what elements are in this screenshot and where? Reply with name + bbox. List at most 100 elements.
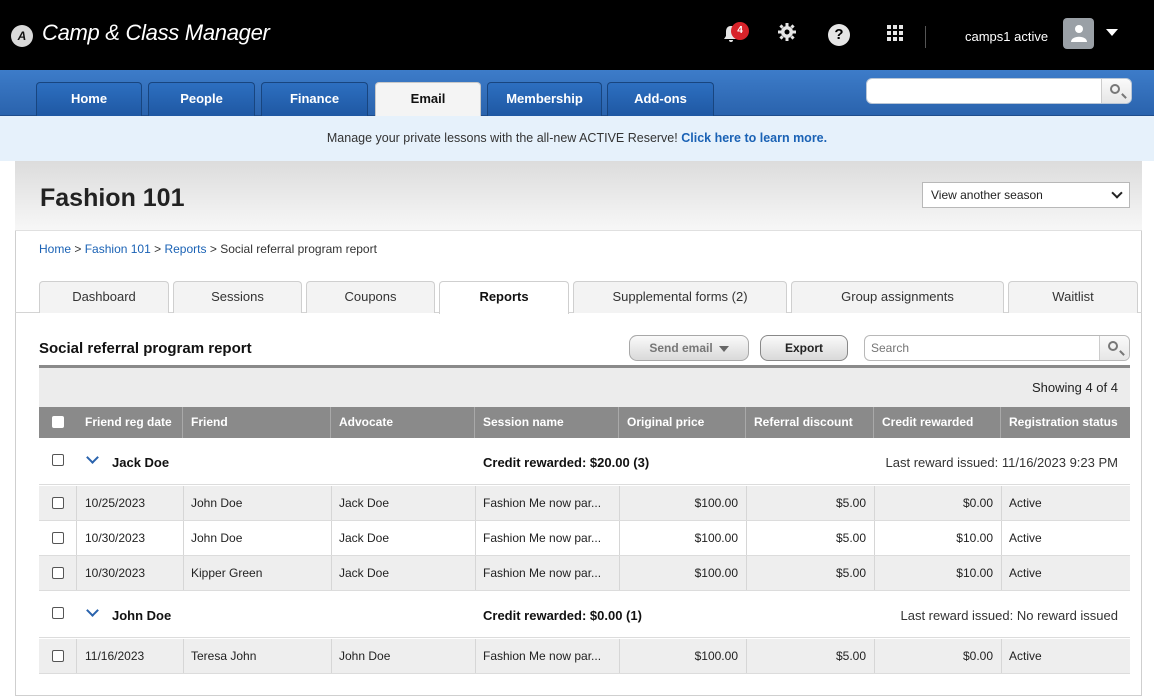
tab-sessions[interactable]: Sessions [173, 281, 302, 313]
column-credit-rewarded[interactable]: Credit rewarded [874, 407, 1001, 438]
table-row[interactable]: 10/25/2023 John Doe Jack Doe Fashion Me … [39, 486, 1130, 521]
breadcrumb-home[interactable]: Home [39, 242, 71, 256]
group-row: John Doe Credit rewarded: $0.00 (1) Last… [39, 591, 1130, 638]
row-checkbox[interactable] [52, 532, 64, 544]
breadcrumb-current: Social referral program report [220, 242, 377, 256]
column-original-price[interactable]: Original price [619, 407, 746, 438]
column-advocate[interactable]: Advocate [331, 407, 475, 438]
apps-grid-icon[interactable] [882, 22, 908, 48]
group-last-reward: Last reward issued: 11/16/2023 9:23 PM [885, 455, 1118, 470]
row-checkbox[interactable] [52, 497, 64, 509]
group-checkbox[interactable] [52, 454, 64, 466]
showing-bar: Showing 4 of 4 [39, 368, 1130, 407]
cell-advocate: Jack Doe [339, 531, 390, 545]
tab-dashboard[interactable]: Dashboard [39, 281, 169, 313]
export-button[interactable]: Export [760, 335, 848, 361]
promo-banner: Manage your private lessons with the all… [0, 116, 1154, 161]
report-search-button[interactable] [1099, 336, 1129, 360]
promo-text: Manage your private lessons with the all… [326, 131, 678, 145]
report-search-input[interactable] [865, 336, 1093, 360]
cell-referral-discount: $5.00 [835, 496, 866, 510]
global-search-button[interactable] [1101, 79, 1131, 103]
search-icon [1108, 341, 1118, 351]
top-divider [925, 26, 926, 48]
nav-tab-people[interactable]: People [148, 82, 255, 116]
table-row[interactable]: 11/16/2023 Teresa John John Doe Fashion … [39, 639, 1130, 674]
expand-chevron-icon[interactable] [86, 451, 99, 464]
season-selector-value: View another season [931, 188, 1043, 202]
showing-count: Showing 4 of 4 [1031, 380, 1118, 395]
select-all-checkbox[interactable] [52, 416, 64, 428]
cell-friend-reg-date: 10/30/2023 [85, 566, 146, 580]
breadcrumb-sep: > [209, 242, 217, 256]
nav-tab-email[interactable]: Email [375, 82, 481, 117]
row-checkbox[interactable] [52, 650, 64, 662]
cell-session-name: Fashion Me now par... [483, 531, 602, 545]
cell-referral-discount: $5.00 [835, 566, 866, 580]
column-referral-discount[interactable]: Referral discount [746, 407, 874, 438]
table-row[interactable]: 10/30/2023 John Doe Jack Doe Fashion Me … [39, 521, 1130, 556]
cell-advocate: Jack Doe [339, 496, 390, 510]
top-bar: A Camp & Class Manager 4 ? camps1 active [0, 0, 1154, 70]
tab-coupons[interactable]: Coupons [306, 281, 435, 313]
global-search-input[interactable] [866, 78, 1132, 104]
report-search [864, 335, 1130, 361]
nav-tab-finance[interactable]: Finance [261, 82, 368, 116]
column-session-name[interactable]: Session name [475, 407, 619, 438]
cell-original-price: $100.00 [694, 531, 738, 545]
breadcrumb-season[interactable]: Fashion 101 [85, 242, 151, 256]
promo-link[interactable]: Click here to learn more. [681, 131, 827, 145]
table-row[interactable]: 10/30/2023 Kipper Green Jack Doe Fashion… [39, 556, 1130, 591]
cell-friend: John Doe [191, 531, 243, 545]
breadcrumb-sep: > [74, 242, 82, 256]
breadcrumb-sep: > [154, 242, 162, 256]
group-last-reward: Last reward issued: No reward issued [900, 608, 1119, 623]
group-advocate-name: Jack Doe [112, 455, 170, 470]
column-friend[interactable]: Friend [183, 407, 331, 438]
cell-friend: Kipper Green [191, 566, 263, 580]
cell-session-name: Fashion Me now par... [483, 566, 602, 580]
expand-chevron-icon[interactable] [86, 604, 99, 617]
table-header: Friend reg date Friend Advocate Session … [39, 407, 1130, 438]
cell-friend-reg-date: 10/25/2023 [85, 496, 146, 510]
column-friend-reg-date[interactable]: Friend reg date [77, 407, 183, 438]
breadcrumb-reports[interactable]: Reports [164, 242, 206, 256]
group-checkbox[interactable] [52, 607, 64, 619]
cell-registration-status: Active [1009, 649, 1042, 663]
user-name[interactable]: camps1 active [965, 29, 1048, 44]
cell-original-price: $100.00 [694, 566, 738, 580]
tab-supplemental-forms[interactable]: Supplemental forms (2) [573, 281, 787, 313]
season-selector[interactable]: View another season [922, 182, 1130, 208]
cell-session-name: Fashion Me now par... [483, 496, 602, 510]
cell-original-price: $100.00 [694, 649, 738, 663]
report-title: Social referral program report [39, 340, 252, 357]
user-menu-caret-icon[interactable] [1106, 29, 1118, 36]
avatar-icon[interactable] [1063, 18, 1094, 49]
cell-original-price: $100.00 [694, 496, 738, 510]
page-title: Fashion 101 [40, 184, 185, 212]
group-advocate-name: John Doe [112, 608, 172, 623]
column-registration-status[interactable]: Registration status [1001, 407, 1130, 438]
main-nav: Home People Finance Email Membership Add… [0, 70, 1154, 117]
cell-credit-rewarded: $0.00 [962, 649, 993, 663]
send-email-button[interactable]: Send email [629, 335, 749, 361]
cell-registration-status: Active [1009, 531, 1042, 545]
cell-session-name: Fashion Me now par... [483, 649, 602, 663]
nav-tab-addons[interactable]: Add-ons [607, 82, 714, 116]
cell-credit-rewarded: $0.00 [962, 496, 993, 510]
nav-tab-membership[interactable]: Membership [487, 82, 602, 116]
cell-friend-reg-date: 11/16/2023 [85, 649, 145, 663]
cell-registration-status: Active [1009, 566, 1042, 580]
help-icon[interactable]: ? [828, 24, 850, 46]
chevron-down-icon [1111, 187, 1123, 199]
send-email-label: Send email [649, 341, 713, 355]
notification-badge: 4 [731, 22, 749, 40]
row-checkbox[interactable] [52, 567, 64, 579]
tab-reports[interactable]: Reports [439, 281, 569, 314]
nav-tab-home[interactable]: Home [36, 82, 142, 116]
tab-waitlist[interactable]: Waitlist [1008, 281, 1138, 313]
cell-referral-discount: $5.00 [835, 649, 866, 663]
gear-icon[interactable] [774, 22, 800, 49]
cell-referral-discount: $5.00 [835, 531, 866, 545]
tab-group-assignments[interactable]: Group assignments [791, 281, 1004, 313]
